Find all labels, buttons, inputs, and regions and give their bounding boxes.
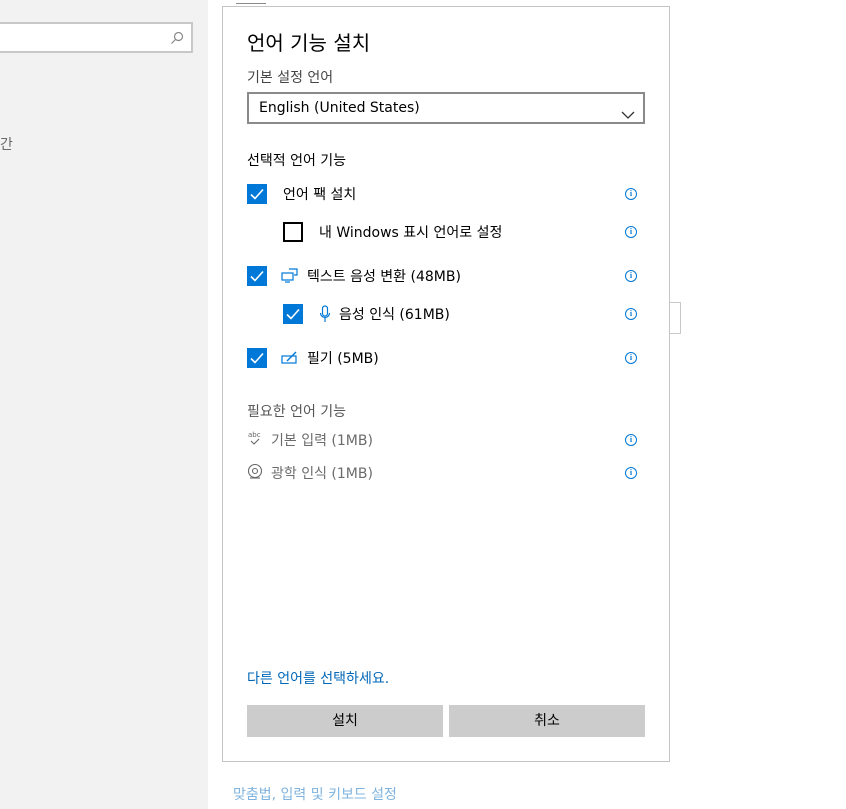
install-button[interactable]: 설치 — [247, 705, 443, 737]
optional-features-heading: 선택적 언어 기능 — [247, 153, 347, 169]
page: 간 맞춤법, 입력 및 키보드 설정 언어 기능 설치 기본 설정 언어 Eng… — [0, 0, 846, 809]
svg-text:abc: abc — [248, 431, 261, 439]
required-basic-typing: abc 기본 입력 (1MB) — [247, 430, 373, 450]
checkbox-text-to-speech[interactable] — [247, 266, 267, 286]
info-icon[interactable]: i — [625, 270, 637, 282]
info-icon[interactable]: i — [625, 188, 637, 200]
checkbox-handwriting[interactable] — [247, 348, 267, 368]
cancel-button[interactable]: 취소 — [449, 705, 645, 737]
option-label: 필기 (5MB) — [307, 351, 379, 367]
language-select[interactable]: English (United States) — [247, 92, 645, 124]
option-handwriting[interactable]: 필기 (5MB) — [247, 347, 379, 369]
option-label: 텍스트 음성 변환 (48MB) — [307, 269, 461, 285]
checkbox-speech-recognition[interactable] — [283, 304, 303, 324]
checkbox-language-pack[interactable] — [247, 184, 267, 204]
ocr-icon — [247, 462, 263, 484]
required-label: 광학 인식 (1MB) — [271, 466, 373, 482]
option-label: 음성 인식 (61MB) — [339, 307, 450, 323]
info-icon[interactable]: i — [625, 308, 637, 320]
background-divider — [236, 0, 266, 4]
handwriting-icon — [281, 351, 299, 365]
keyboard-settings-link[interactable]: 맞춤법, 입력 및 키보드 설정 — [233, 784, 397, 804]
choose-another-language-link[interactable]: 다른 언어를 선택하세요. — [247, 668, 389, 688]
info-icon[interactable]: i — [625, 434, 637, 446]
option-set-display-language[interactable]: 내 Windows 표시 언어로 설정 — [283, 221, 502, 243]
info-icon[interactable]: i — [625, 226, 637, 238]
checkbox-display-language[interactable] — [283, 222, 303, 242]
dialog-title: 언어 기능 설치 — [247, 31, 371, 55]
preferred-language-label: 기본 설정 언어 — [247, 70, 334, 86]
search-input[interactable] — [0, 22, 193, 53]
chevron-down-icon — [621, 102, 635, 130]
required-ocr: 광학 인식 (1MB) — [247, 463, 373, 483]
sidebar-item-label[interactable]: 간 — [0, 134, 13, 154]
option-label: 언어 팩 설치 — [283, 187, 357, 203]
settings-sidebar: 간 — [0, 0, 208, 809]
option-label: 내 Windows 표시 언어로 설정 — [319, 225, 503, 241]
option-text-to-speech[interactable]: 텍스트 음성 변환 (48MB) — [247, 265, 461, 287]
abc-check-icon: abc — [247, 429, 263, 451]
microphone-icon — [319, 305, 331, 323]
search-icon — [170, 30, 184, 49]
install-language-features-dialog: 언어 기능 설치 기본 설정 언어 English (United States… — [222, 6, 670, 762]
speech-icon — [281, 268, 299, 284]
background-control-edge — [669, 302, 681, 334]
option-install-language-pack[interactable]: 언어 팩 설치 — [247, 183, 356, 205]
info-icon[interactable]: i — [625, 467, 637, 479]
language-select-value: English (United States) — [259, 100, 420, 116]
required-label: 기본 입력 (1MB) — [271, 433, 373, 449]
required-features-heading: 필요한 언어 기능 — [247, 404, 347, 420]
option-speech-recognition[interactable]: 음성 인식 (61MB) — [283, 303, 450, 325]
info-icon[interactable]: i — [625, 352, 637, 364]
